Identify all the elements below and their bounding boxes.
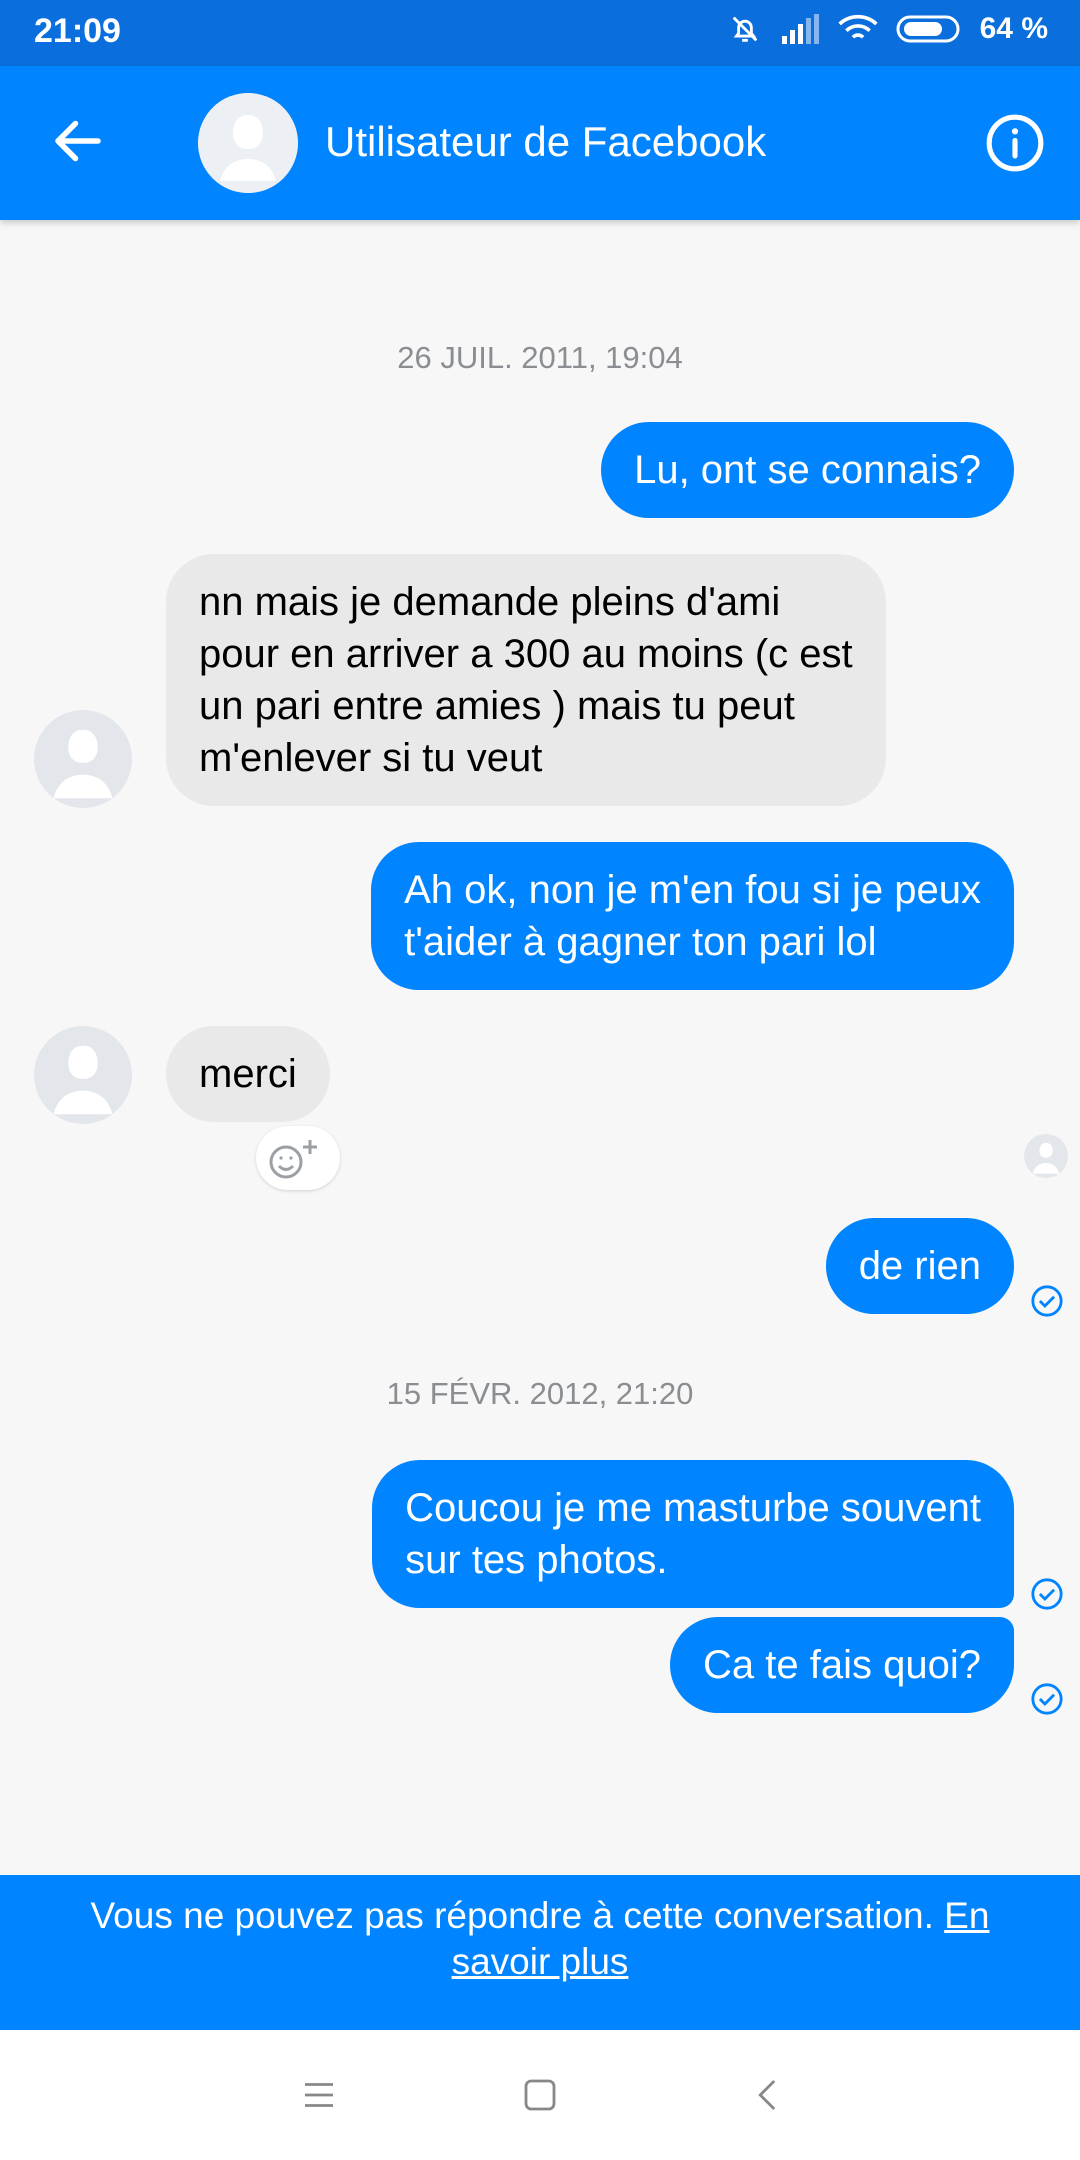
message-list[interactable]: 26 JUIL. 2011, 19:04 Lu, ont se connais?… [0, 220, 1080, 1875]
message-text-line: sur tes photos. [405, 1538, 668, 1582]
menu-icon[interactable] [298, 2074, 340, 2116]
message-text: de rien [858, 1244, 981, 1288]
back-icon[interactable] [748, 2074, 790, 2116]
message-text: merci [199, 1052, 297, 1096]
seen-by-avatar [1024, 1134, 1068, 1178]
status-bar: 21:09 64 % [0, 0, 1080, 66]
message-text-line: m'enlever si tu veut [199, 736, 543, 780]
battery-level: 64 % [979, 12, 1048, 45]
message-text-line: Coucou je me masturbe souvent [405, 1486, 981, 1530]
incoming-message[interactable]: merci [166, 1026, 330, 1122]
outgoing-message[interactable]: de rien [825, 1218, 1014, 1314]
message-text-line: un pari entre amies ) mais tu peut [199, 684, 795, 728]
conversation-title[interactable]: Utilisateur de Facebook [325, 118, 766, 166]
sender-avatar[interactable] [34, 1026, 132, 1124]
status-icons: 64 % [728, 12, 1048, 46]
cannot-reply-notice: Vous ne pouvez pas répondre à cette conv… [0, 1875, 1080, 2030]
sender-avatar[interactable] [34, 710, 132, 808]
avatar[interactable] [198, 93, 298, 193]
conversation-header: Utilisateur de Facebook [0, 66, 1080, 220]
message-text-line: nn mais je demande pleins d'ami [199, 580, 781, 624]
arrow-back-icon[interactable] [48, 111, 108, 171]
sent-check-icon [1030, 1284, 1064, 1318]
message-text: Lu, ont se connais? [634, 448, 981, 492]
message-text-line: Ah ok, non je m'en fou si je peux [404, 868, 981, 912]
timestamp: 26 JUIL. 2011, 19:04 [397, 340, 683, 375]
outgoing-message[interactable]: Lu, ont se connais? [601, 422, 1014, 518]
sent-check-icon [1030, 1682, 1064, 1716]
signal-icon [780, 14, 820, 44]
outgoing-message[interactable]: Ah ok, non je m'en fou si je peux t'aide… [371, 842, 1014, 990]
message-text-line: t'aider à gagner ton pari lol [404, 920, 877, 964]
wifi-icon [838, 14, 878, 44]
message-text: Ca te fais quoi? [703, 1643, 981, 1687]
outgoing-message[interactable]: Ca te fais quoi? [670, 1617, 1014, 1713]
timestamp: 15 FÉVR. 2012, 21:20 [386, 1376, 694, 1411]
outgoing-message[interactable]: Coucou je me masturbe souvent sur tes ph… [372, 1460, 1014, 1608]
battery-icon [896, 14, 962, 44]
status-time: 21:09 [34, 12, 121, 50]
notice-text: Vous ne pouvez pas répondre à cette conv… [90, 1895, 945, 1936]
bell-muted-icon [728, 12, 762, 46]
info-icon[interactable] [984, 112, 1046, 174]
system-navigation-bar [0, 2030, 1080, 2160]
add-reaction-button[interactable] [256, 1126, 340, 1190]
incoming-message[interactable]: nn mais je demande pleins d'ami pour en … [166, 554, 886, 806]
home-icon[interactable] [519, 2074, 561, 2116]
sent-check-icon [1030, 1577, 1064, 1611]
message-text-line: pour en arriver a 300 au moins (c est [199, 632, 853, 676]
